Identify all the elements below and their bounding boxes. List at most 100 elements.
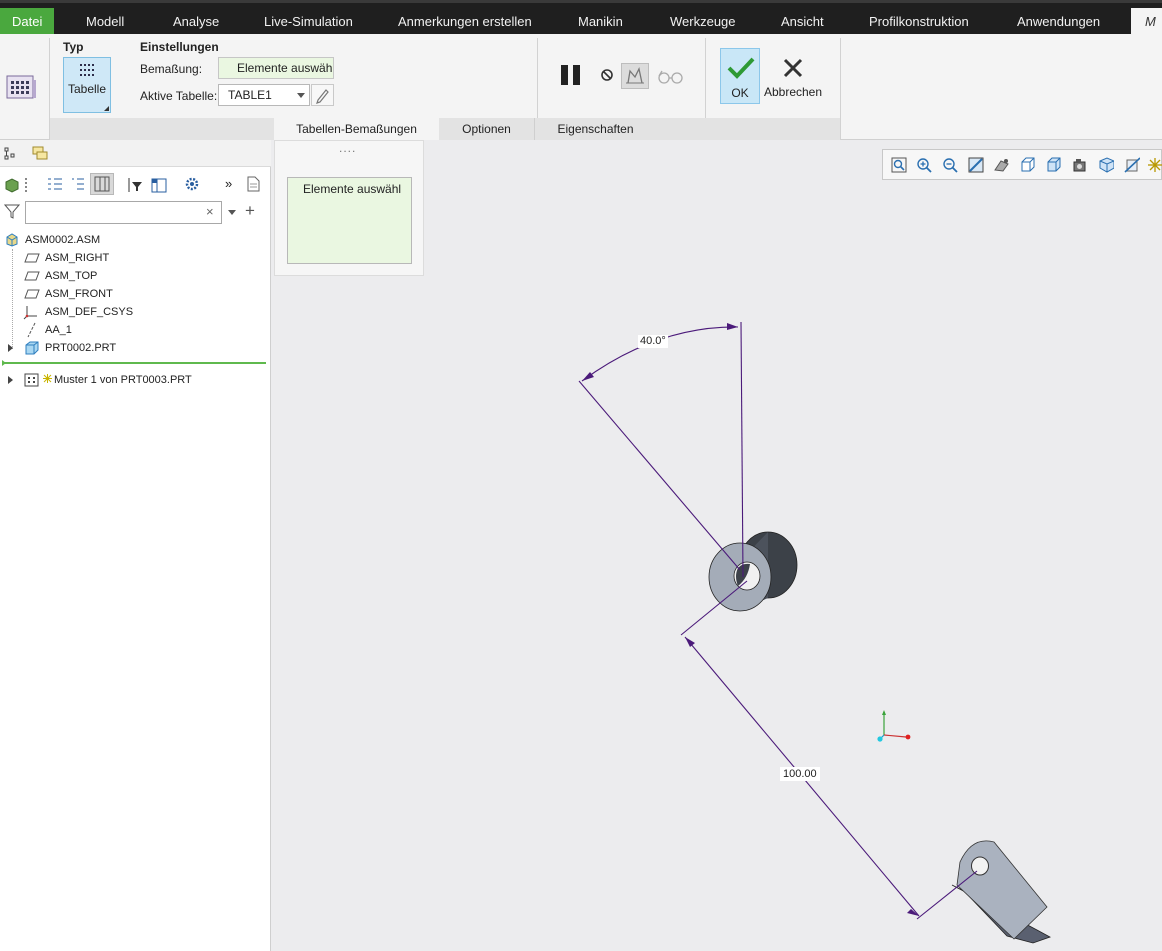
display-style-icon[interactable]: [1020, 157, 1036, 173]
active-table-select[interactable]: TABLE1: [218, 84, 310, 106]
active-table-label: Aktive Tabelle:: [140, 89, 218, 103]
subtab-eigenschaften[interactable]: Eigenschaften: [534, 118, 656, 140]
filter-icon[interactable]: [4, 203, 20, 219]
chevron-down-icon: [297, 93, 305, 98]
zoom-in-icon[interactable]: [916, 157, 932, 173]
tab-live-simulation[interactable]: Live-Simulation: [264, 8, 353, 37]
tree-item-label: ASM_FRONT: [45, 288, 113, 300]
corner-arrow-icon: [104, 106, 109, 111]
subtab-spacer: [50, 118, 274, 140]
tab-active-dashboard[interactable]: M: [1131, 8, 1162, 37]
layers-tab-icon[interactable]: [30, 144, 50, 162]
cancel-label: Abbrechen: [763, 85, 823, 99]
perspective-view-icon[interactable]: [1098, 157, 1114, 173]
tab-anwendungen[interactable]: Anwendungen: [1017, 8, 1100, 37]
tree-filter-funnel-icon[interactable]: [126, 176, 144, 194]
saved-views-icon[interactable]: [1046, 157, 1062, 173]
tab-manikin[interactable]: Manikin: [578, 8, 623, 37]
pattern-icon: [24, 373, 39, 387]
dimension-collector[interactable]: Elemente auswähl: [218, 57, 334, 79]
ribbon-separator: [840, 38, 841, 140]
columns-icon: [94, 176, 110, 192]
tree-search-input[interactable]: [25, 201, 222, 224]
table-type-button[interactable]: Tabelle: [63, 57, 111, 113]
part-bracket[interactable]: [951, 840, 1051, 944]
add-filter-icon[interactable]: +: [245, 201, 255, 221]
close-icon: [783, 58, 803, 78]
table-type-label: Tabelle: [67, 82, 107, 96]
tree-item-label: ASM_TOP: [45, 270, 98, 282]
table-dimension-feature-icon: [6, 75, 36, 99]
type-group-title: Typ: [63, 40, 84, 54]
dimension-geometry: [578, 321, 978, 920]
tree-connector: [12, 249, 13, 349]
clear-search-icon[interactable]: ×: [206, 204, 214, 219]
tree-item-label: ASM_RIGHT: [45, 252, 110, 264]
ribbon-separator: [537, 38, 538, 118]
tab-anmerkungen-erstellen[interactable]: Anmerkungen erstellen: [398, 8, 532, 37]
tab-datei[interactable]: Datei: [0, 8, 55, 37]
part-icon: [25, 341, 39, 355]
expand-arrow-icon[interactable]: [8, 376, 13, 384]
section-view-icon[interactable]: [1124, 157, 1140, 173]
pause-icon[interactable]: [558, 63, 584, 89]
insert-marker-arrow-icon: [2, 360, 6, 366]
tree-filters-icon[interactable]: [46, 176, 64, 194]
refit-icon[interactable]: [891, 157, 907, 173]
more-icon[interactable]: »: [225, 176, 232, 191]
pencil-icon: [316, 89, 329, 104]
angle-dimension-label[interactable]: 40.0°: [638, 335, 668, 348]
verify-mode-button[interactable]: [621, 63, 649, 89]
expand-arrow-icon[interactable]: [8, 344, 13, 352]
insert-here-marker: [4, 362, 266, 364]
graphics-toolbar: [882, 149, 1162, 180]
tree-item-label: PRT0002.PRT: [45, 342, 117, 354]
ok-button[interactable]: OK: [720, 48, 760, 104]
document-icon[interactable]: [245, 175, 261, 193]
tab-profilkonstruktion[interactable]: Profilkonstruktion: [869, 8, 969, 37]
settings-cube-icon[interactable]: [4, 177, 20, 193]
no-preview-icon[interactable]: [598, 66, 616, 84]
check-icon: [727, 57, 755, 79]
part-bushing[interactable]: [708, 531, 798, 612]
datum-plane-icon: [24, 289, 40, 299]
glasses-icon[interactable]: [657, 68, 685, 86]
tab-modell[interactable]: Modell: [86, 8, 124, 37]
tab-werkzeuge[interactable]: Werkzeuge: [670, 8, 736, 37]
edit-table-button[interactable]: [311, 84, 334, 106]
selection-panel: .... Elemente auswähl: [274, 140, 424, 276]
chevron-down-icon[interactable]: [228, 210, 236, 215]
show-columns-button[interactable]: [90, 173, 114, 195]
tree-item-label: ASM_DEF_CSYS: [45, 306, 134, 318]
datum-plane-icon: [24, 271, 40, 281]
selection-collector[interactable]: Elemente auswähl: [287, 177, 412, 264]
table-type-icon: [80, 64, 94, 76]
gear-icon[interactable]: [183, 175, 201, 193]
selection-collector-text: Elemente auswähl: [303, 182, 402, 196]
expand-tree-icon[interactable]: [70, 176, 86, 194]
tree-columns-icon[interactable]: [150, 176, 168, 194]
ok-label: OK: [731, 86, 749, 100]
tree-item-label: AA_1: [45, 324, 72, 336]
spin-center-icon[interactable]: [993, 157, 1009, 173]
ribbon: Typ Tabelle Einstellungen Bemaßung: Elem…: [0, 34, 1162, 140]
dimension-label: Bemaßung:: [140, 62, 203, 76]
linear-dimension-label[interactable]: 100.00: [780, 767, 820, 781]
panel-grip-handle[interactable]: ....: [339, 141, 356, 155]
subtab-tabellen-bemassungen[interactable]: Tabellen-Bemaßungen: [274, 118, 439, 140]
annotation-display-icon[interactable]: [1147, 157, 1162, 173]
model-tree-tab-icon[interactable]: [3, 146, 19, 162]
menu-bar: Datei Modell Analyse Live-Simulation Anm…: [0, 0, 1162, 37]
subtab-optionen[interactable]: Optionen: [439, 118, 534, 140]
subtab-spacer: [656, 118, 840, 140]
tab-analyse[interactable]: Analyse: [173, 8, 219, 37]
tree-item-label: ASM0002.ASM: [25, 234, 101, 246]
tab-ansicht[interactable]: Ansicht: [781, 8, 824, 37]
toolbar-grip: [25, 178, 27, 192]
repaint-icon[interactable]: [968, 157, 984, 173]
cancel-button[interactable]: Abbrechen: [763, 48, 825, 104]
dimension-arrows: [582, 323, 919, 916]
verify-icon: [626, 67, 644, 84]
zoom-out-icon[interactable]: [942, 157, 958, 173]
view-manager-icon[interactable]: [1072, 157, 1088, 173]
